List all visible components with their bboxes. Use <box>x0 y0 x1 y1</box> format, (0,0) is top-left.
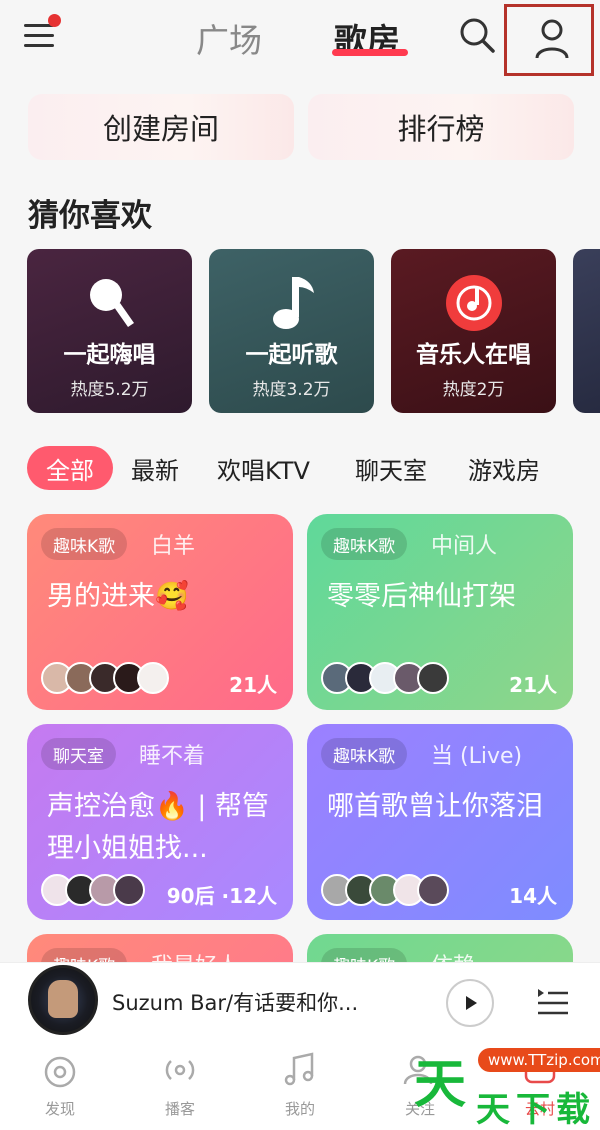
category-game[interactable]: 游戏房 <box>468 451 540 486</box>
recommend-card[interactable]: 音乐人在唱 热度2万 <box>391 249 556 413</box>
mini-player[interactable]: Suzum Bar/有话要和你... <box>0 962 600 1042</box>
card-heat: 热度2万 <box>442 380 505 400</box>
room-card[interactable]: 趣味K歌 当 (Live) 哪首歌曾让你落泪 14人 <box>307 724 573 920</box>
watermark-char: 下 <box>516 1090 550 1130</box>
category-ktv[interactable]: 欢唱KTV <box>217 451 310 486</box>
member-avatars <box>41 662 169 694</box>
watermark-char: 天 <box>414 1055 467 1115</box>
avatar <box>137 662 169 694</box>
top-bar: 广场 歌房 <box>0 0 600 80</box>
room-type-badge: 趣味K歌 <box>41 528 128 560</box>
avatar <box>417 662 449 694</box>
room-type-badge: 趣味K歌 <box>321 738 408 770</box>
room-type-badge: 聊天室 <box>41 738 116 770</box>
play-button[interactable] <box>446 979 494 1027</box>
room-title: 零零后神仙打架 <box>327 581 516 612</box>
room-title: 男的进来🥰 <box>47 581 189 612</box>
recommend-card[interactable]: 一起听歌 热度3.2万 <box>209 249 374 413</box>
music-note-icon <box>272 277 314 329</box>
avatar <box>417 874 449 906</box>
avatar <box>113 874 145 906</box>
song-title[interactable]: Suzum Bar/有话要和你... <box>112 987 358 1017</box>
nav-label: 播客 <box>164 1100 195 1118</box>
notification-dot <box>48 14 61 27</box>
room-title: 声控治愈🔥 | 帮管理小姐姐找... <box>47 791 269 864</box>
member-avatars <box>321 662 449 694</box>
recommend-card[interactable]: 一起嗨唱 热度5.2万 <box>27 249 192 413</box>
nav-label: 发现 <box>44 1100 75 1118</box>
user-icon <box>535 19 569 59</box>
active-tab-indicator <box>332 49 408 56</box>
watermark-url: www.TTzip.com <box>478 1048 600 1072</box>
watermark: www.TTzip.com 天 天 下 载 <box>412 1038 600 1130</box>
nav-label: 我的 <box>284 1100 315 1118</box>
playlist-icon <box>538 989 568 1015</box>
room-type-badge: 趣味K歌 <box>321 528 408 560</box>
card-heat: 热度3.2万 <box>252 380 331 400</box>
watermark-char: 天 <box>476 1090 510 1130</box>
search-icon <box>460 18 495 53</box>
category-chat[interactable]: 聊天室 <box>355 451 427 486</box>
watermark-char: 载 <box>556 1090 590 1130</box>
room-host: 白羊 <box>151 534 196 559</box>
card-heat: 热度5.2万 <box>70 380 149 400</box>
room-card[interactable]: 趣味K歌 中间人 零零后神仙打架 21人 <box>307 514 573 710</box>
nav-podcast[interactable]: 播客 <box>140 1050 220 1119</box>
card-title: 一起听歌 <box>245 342 338 368</box>
nav-mine[interactable]: 我的 <box>260 1050 340 1119</box>
room-card[interactable]: 趣味K歌 白羊 男的进来🥰 21人 <box>27 514 293 710</box>
section-title: 猜你喜欢 <box>28 198 152 234</box>
play-icon <box>466 996 477 1010</box>
room-host: 中间人 <box>431 534 498 559</box>
member-count: 21人 <box>509 673 557 697</box>
category-all[interactable]: 全部 <box>27 446 113 490</box>
music-disc-icon <box>445 275 502 331</box>
menu-button[interactable] <box>24 14 61 50</box>
member-count: 14人 <box>509 884 557 908</box>
room-host: 当 (Live) <box>431 744 523 769</box>
leaderboard-button[interactable]: 排行榜 <box>308 94 574 160</box>
room-card[interactable]: 聊天室 睡不着 声控治愈🔥 | 帮管理小姐姐找... 90后 ·12人 <box>27 724 293 920</box>
member-avatars <box>321 874 449 906</box>
card-title: 一起嗨唱 <box>63 342 156 368</box>
room-host: 睡不着 <box>139 744 206 769</box>
album-cover[interactable] <box>28 965 98 1035</box>
microphone-icon <box>89 279 134 327</box>
music-icon <box>284 1052 314 1086</box>
create-room-button[interactable]: 创建房间 <box>28 94 294 160</box>
card-title: 音乐人在唱 <box>416 342 531 368</box>
nav-discover[interactable]: 发现 <box>20 1050 100 1119</box>
member-count: 90后 ·12人 <box>166 884 277 908</box>
search-button[interactable] <box>458 16 498 56</box>
discover-icon <box>44 1056 76 1088</box>
category-latest[interactable]: 最新 <box>131 451 179 486</box>
podcast-icon <box>165 1060 195 1080</box>
room-title: 哪首歌曾让你落泪 <box>327 791 543 822</box>
profile-button[interactable] <box>504 4 594 76</box>
playlist-button[interactable] <box>536 985 570 1019</box>
tab-square[interactable]: 广场 <box>196 14 262 62</box>
member-avatars <box>41 874 145 906</box>
member-count: 21人 <box>229 673 277 697</box>
recommend-card[interactable] <box>573 249 600 413</box>
